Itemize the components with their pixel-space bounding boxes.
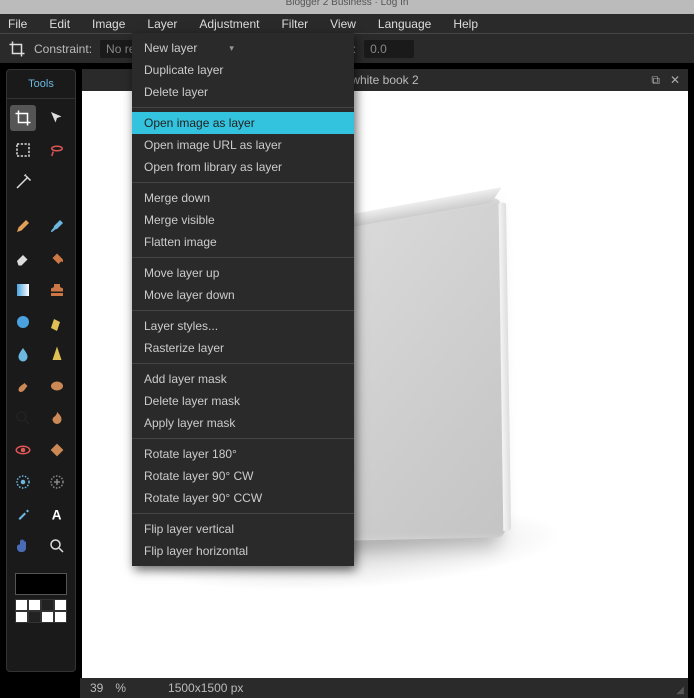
swatch-white-4[interactable] (15, 611, 28, 623)
layer-menu-item[interactable]: Rotate layer 90° CW (132, 465, 354, 487)
menu-separator (132, 310, 354, 311)
marquee-tool[interactable] (10, 137, 36, 163)
pinch-tool[interactable] (44, 469, 70, 495)
tools-header: Tools (7, 74, 75, 99)
crop-tool[interactable] (10, 105, 36, 131)
menu-separator (132, 513, 354, 514)
menu-separator (132, 107, 354, 108)
popout-icon[interactable]: ⧉ (651, 73, 660, 88)
pencil-tool[interactable] (10, 213, 36, 239)
spot-heal-tool[interactable] (44, 437, 70, 463)
layer-menu-item[interactable]: Open image as layer (132, 112, 354, 134)
menu-layer[interactable]: Layer (147, 17, 177, 31)
svg-text:A: A (52, 507, 62, 522)
layer-menu-item[interactable]: Move layer up (132, 262, 354, 284)
layer-menu-item[interactable]: Merge visible (132, 209, 354, 231)
layer-menu-item[interactable]: Flip layer horizontal (132, 540, 354, 562)
menu-file[interactable]: File (8, 17, 27, 31)
menu-adjustment[interactable]: Adjustment (199, 17, 259, 31)
eraser-tool[interactable] (10, 245, 36, 271)
colorpicker-tool[interactable] (10, 501, 36, 527)
burn-tool[interactable] (44, 405, 70, 431)
document-title: white book 2 (351, 73, 418, 87)
layer-menu-item[interactable]: Flip layer vertical (132, 518, 354, 540)
smudge-tool[interactable] (10, 373, 36, 399)
swatch-white-5[interactable] (41, 611, 54, 623)
menu-view[interactable]: View (330, 17, 356, 31)
bloat-tool[interactable] (10, 469, 36, 495)
dodge-tool[interactable] (10, 405, 36, 431)
foreground-color[interactable] (15, 573, 67, 595)
layer-menu-item[interactable]: Delete layer mask (132, 390, 354, 412)
app-menu-bar: File Edit Image Layer Adjustment Filter … (0, 14, 694, 33)
menu-separator (132, 363, 354, 364)
browser-tab-title: Blogger 2 Business · Log In (0, 0, 694, 14)
layer-dropdown-menu: New layer ▾ Duplicate layerDelete layer Ope… (132, 33, 354, 566)
menu-separator (132, 182, 354, 183)
layer-menu-item[interactable]: Rotate layer 90° CCW (132, 487, 354, 509)
zoom-value[interactable]: 39 (90, 681, 103, 695)
layer-menu-item[interactable]: Flatten image (132, 231, 354, 253)
lasso-tool[interactable] (44, 137, 70, 163)
color-replace-tool[interactable] (10, 309, 36, 335)
swatch-white-3[interactable] (54, 599, 67, 611)
submenu-arrow-icon: ▾ (229, 43, 234, 54)
swatch-white-6[interactable] (54, 611, 67, 623)
layer-menu-item[interactable]: Apply layer mask (132, 412, 354, 434)
brush-tool[interactable] (44, 213, 70, 239)
height-field[interactable]: 0.0 (364, 40, 414, 58)
swatch-white-2[interactable] (28, 599, 41, 611)
blur-tool[interactable] (10, 341, 36, 367)
constraint-label: Constraint: (34, 42, 92, 56)
layer-menu-item[interactable]: Layer styles... (132, 315, 354, 337)
layer-menu-item[interactable]: Move layer down (132, 284, 354, 306)
swatch-white-1[interactable] (15, 599, 28, 611)
canvas-dimensions: 1500x1500 px (168, 681, 243, 695)
swatch-dark-1[interactable] (41, 599, 54, 611)
menu-help[interactable]: Help (453, 17, 478, 31)
layer-menu-item[interactable]: Open from library as layer (132, 156, 354, 178)
tools-panel: Tools A (6, 69, 76, 672)
layer-menu-item[interactable]: Open image URL as layer (132, 134, 354, 156)
layer-menu-item[interactable]: Delete layer (132, 81, 354, 103)
sharpen-tool[interactable] (44, 341, 70, 367)
gradient-tool[interactable] (10, 277, 36, 303)
sponge-tool[interactable] (44, 373, 70, 399)
zoom-unit: % (115, 681, 126, 695)
zoom-tool[interactable] (44, 533, 70, 559)
layer-menu-item[interactable]: Duplicate layer (132, 59, 354, 81)
red-eye-tool[interactable] (10, 437, 36, 463)
resize-grip-icon[interactable]: ◢ (676, 685, 684, 696)
layer-menu-item[interactable]: Rotate layer 180° (132, 443, 354, 465)
layer-menu-item[interactable]: Add layer mask (132, 368, 354, 390)
paint-bucket-tool[interactable] (44, 245, 70, 271)
drawing-tool[interactable] (44, 309, 70, 335)
layer-menu-item[interactable]: New layer ▾ (132, 37, 354, 59)
menu-image[interactable]: Image (92, 17, 125, 31)
menu-separator (132, 438, 354, 439)
status-bar: 39 % 1500x1500 px ◢ (80, 678, 688, 698)
layer-menu-item-label: New layer (144, 41, 197, 55)
swatch-dark-2[interactable] (28, 611, 41, 623)
layer-menu-item[interactable]: Rasterize layer (132, 337, 354, 359)
clone-stamp-tool[interactable] (44, 277, 70, 303)
menu-separator (132, 257, 354, 258)
wand-tool[interactable] (10, 169, 36, 195)
crop-icon (8, 40, 26, 58)
menu-language[interactable]: Language (378, 17, 431, 31)
menu-filter[interactable]: Filter (281, 17, 308, 31)
move-tool[interactable] (44, 105, 70, 131)
type-tool[interactable]: A (44, 501, 70, 527)
menu-edit[interactable]: Edit (49, 17, 70, 31)
hand-tool[interactable] (10, 533, 36, 559)
layer-menu-item[interactable]: Merge down (132, 187, 354, 209)
close-icon[interactable]: ✕ (670, 73, 680, 87)
